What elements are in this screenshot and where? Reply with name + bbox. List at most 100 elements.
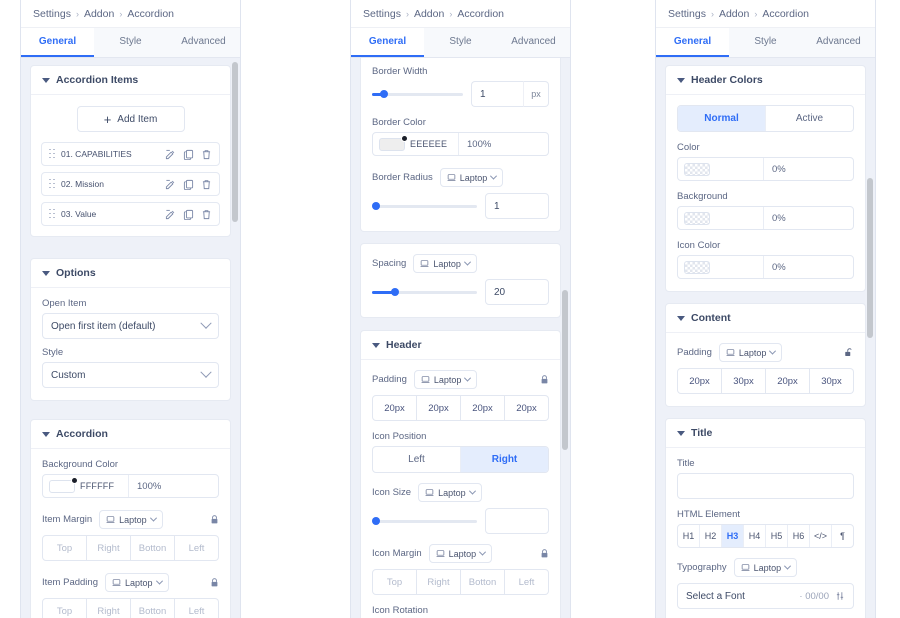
color-opacity-value[interactable]: 100% <box>129 475 218 497</box>
duplicate-icon[interactable] <box>183 209 194 220</box>
html-element-h5[interactable]: H5 <box>765 525 787 547</box>
padding-top-input[interactable]: Top <box>42 598 87 618</box>
card-header-content[interactable]: Content <box>666 304 865 333</box>
margin-right-input[interactable]: Right <box>87 535 131 561</box>
color-swatch[interactable] <box>379 134 408 151</box>
tab-advanced[interactable]: Advanced <box>497 28 570 57</box>
list-item[interactable]: 01. CAPABILITIES <box>41 142 220 166</box>
content-padding-top-input[interactable]: 20px <box>677 368 722 394</box>
html-element-h4[interactable]: H4 <box>743 525 765 547</box>
border-radius-input[interactable]: 1 <box>485 193 549 219</box>
delete-icon[interactable] <box>201 209 212 220</box>
border-width-slider[interactable] <box>372 90 463 98</box>
edit-icon[interactable] <box>165 149 176 160</box>
padding-right-input[interactable]: Right <box>87 598 131 618</box>
card-header-accordion[interactable]: Accordion <box>31 420 230 449</box>
color-swatch[interactable] <box>684 162 710 176</box>
header-icon-color-field[interactable]: 0% <box>677 255 854 279</box>
delete-icon[interactable] <box>201 179 212 190</box>
margin-left-input[interactable]: Left <box>175 535 219 561</box>
breadcrumb-accordion[interactable]: Accordion <box>457 8 504 20</box>
header-color-field[interactable]: 0% <box>677 157 854 181</box>
drag-handle-icon[interactable] <box>49 148 56 160</box>
content-padding-bottom-input[interactable]: 20px <box>766 368 810 394</box>
header-padding-device-select[interactable]: Laptop <box>413 370 478 389</box>
scrollbar-thumb[interactable] <box>232 62 238 222</box>
html-element-h1[interactable]: H1 <box>678 525 699 547</box>
tab-style[interactable]: Style <box>729 28 802 57</box>
scrollbar-track[interactable] <box>867 62 873 614</box>
spacing-device-select[interactable]: Laptop <box>413 254 477 273</box>
content-padding-device-select[interactable]: Laptop <box>718 343 783 362</box>
drag-handle-icon[interactable] <box>49 208 56 220</box>
eyedropper-icon[interactable] <box>401 134 408 142</box>
icon-size-device-select[interactable]: Laptop <box>418 483 482 502</box>
color-opacity-value[interactable]: 0% <box>764 256 853 278</box>
html-element-div[interactable]: </> <box>809 525 831 547</box>
spacing-slider[interactable] <box>372 288 477 296</box>
breadcrumb-settings[interactable]: Settings <box>668 8 706 20</box>
eyedropper-icon[interactable] <box>71 476 78 484</box>
item-margin-device-select[interactable]: Laptop <box>99 510 163 529</box>
title-typography-device-select[interactable]: Laptop <box>733 558 798 577</box>
card-header-title[interactable]: Title <box>666 419 865 448</box>
header-background-field[interactable]: 0% <box>677 206 854 230</box>
color-swatch[interactable] <box>684 260 710 274</box>
color-swatch[interactable] <box>684 211 710 225</box>
open-item-select[interactable]: Open first item (default) <box>42 313 219 339</box>
breadcrumb-accordion[interactable]: Accordion <box>127 8 174 20</box>
border-color-swatch-area[interactable]: EEEEEE <box>373 133 459 155</box>
header-padding-left-input[interactable]: 20px <box>505 395 549 421</box>
icon-margin-bottom-input[interactable]: Botton <box>461 569 505 595</box>
breadcrumb-settings[interactable]: Settings <box>33 8 71 20</box>
header-background-swatch-area[interactable] <box>678 207 764 229</box>
color-opacity-value[interactable]: 0% <box>764 158 853 180</box>
icon-size-input[interactable] <box>485 508 549 534</box>
card-header-options[interactable]: Options <box>31 259 230 288</box>
tab-advanced[interactable]: Advanced <box>167 28 240 57</box>
lock-closed-icon[interactable] <box>540 548 549 559</box>
card-header-header[interactable]: Header <box>361 331 560 360</box>
html-element-paragraph[interactable]: ¶ <box>831 525 853 547</box>
title-font-picker[interactable]: Select a Font · 00/00 <box>677 583 854 609</box>
duplicate-icon[interactable] <box>183 179 194 190</box>
icon-margin-top-input[interactable]: Top <box>372 569 417 595</box>
header-padding-right-input[interactable]: 20px <box>417 395 461 421</box>
scrollbar-thumb[interactable] <box>562 290 568 450</box>
style-select[interactable]: Custom <box>42 362 219 388</box>
add-item-button[interactable]: + Add Item <box>76 106 185 132</box>
list-item[interactable]: 03. Value <box>41 202 220 226</box>
edit-icon[interactable] <box>165 179 176 190</box>
margin-top-input[interactable]: Top <box>42 535 87 561</box>
padding-left-input[interactable]: Left <box>175 598 219 618</box>
card-header-accordion-items[interactable]: Accordion Items <box>31 66 230 95</box>
color-swatch[interactable] <box>49 476 78 493</box>
border-width-input[interactable]: 1 <box>471 81 523 107</box>
tab-advanced[interactable]: Advanced <box>802 28 875 57</box>
scrollbar-thumb[interactable] <box>867 178 873 338</box>
duplicate-icon[interactable] <box>183 149 194 160</box>
icon-margin-device-select[interactable]: Laptop <box>428 544 493 563</box>
margin-bottom-input[interactable]: Botton <box>131 535 175 561</box>
state-normal-option[interactable]: Normal <box>678 106 765 131</box>
html-element-h6[interactable]: H6 <box>787 525 809 547</box>
tab-general[interactable]: General <box>351 28 424 57</box>
border-radius-device-select[interactable]: Laptop <box>439 168 504 187</box>
list-item[interactable]: 02. Mission <box>41 172 220 196</box>
header-padding-bottom-input[interactable]: 20px <box>461 395 505 421</box>
breadcrumb-accordion[interactable]: Accordion <box>762 8 809 20</box>
icon-position-left-option[interactable]: Left <box>373 447 460 472</box>
padding-bottom-input[interactable]: Botton <box>131 598 175 618</box>
state-active-option[interactable]: Active <box>765 106 853 131</box>
content-padding-right-input[interactable]: 30px <box>722 368 766 394</box>
content-padding-left-input[interactable]: 30px <box>810 368 854 394</box>
lock-closed-icon[interactable] <box>210 514 219 525</box>
drag-handle-icon[interactable] <box>49 178 56 190</box>
breadcrumb-settings[interactable]: Settings <box>363 8 401 20</box>
tab-style[interactable]: Style <box>424 28 497 57</box>
tab-general[interactable]: General <box>21 28 94 57</box>
lock-closed-icon[interactable] <box>540 374 549 385</box>
background-color-field[interactable]: FFFFFF 100% <box>42 474 219 498</box>
header-padding-top-input[interactable]: 20px <box>372 395 417 421</box>
breadcrumb-addon[interactable]: Addon <box>414 8 444 20</box>
